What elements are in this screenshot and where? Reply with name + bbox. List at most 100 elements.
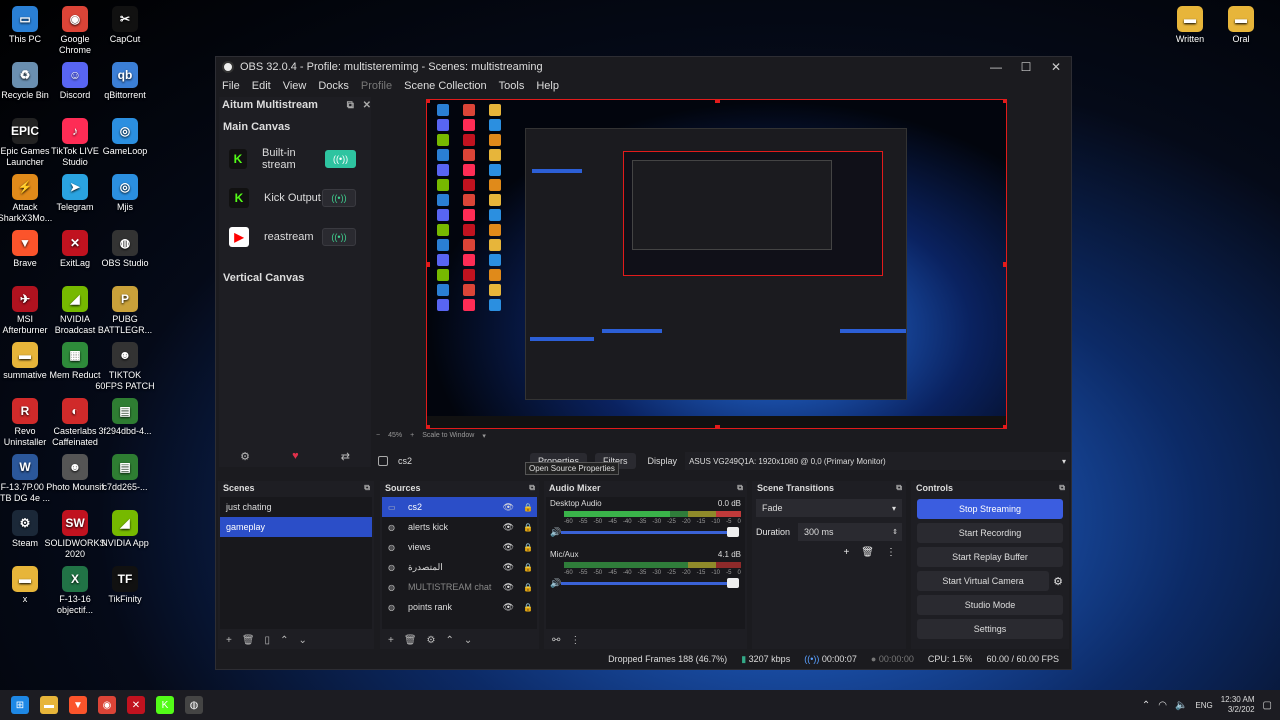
source-item[interactable]: ◍ المتصدرة 👁 🔒 <box>382 557 537 577</box>
menu-tools[interactable]: Tools <box>499 80 525 92</box>
audio-link-icon[interactable]: ⚯ <box>552 635 560 646</box>
visibility-eye-icon[interactable]: 👁 <box>503 562 514 573</box>
transform-handle[interactable] <box>427 425 430 428</box>
add-scene-icon[interactable]: + <box>226 635 232 646</box>
desktop-icon[interactable]: ◎ Mjis <box>94 174 156 213</box>
stop-streaming-button[interactable]: Stop Streaming <box>917 499 1063 519</box>
title-bar[interactable]: OBS 32.0.4 - Profile: multisteremimg - S… <box>216 57 1071 77</box>
desktop-icon[interactable]: ◍ OBS Studio <box>94 230 156 269</box>
start-recording-button[interactable]: Start Recording <box>917 523 1063 543</box>
display-select[interactable]: ASUS VG249Q1A: 1920x1080 @ 0,0 (Primary … <box>685 452 1070 470</box>
close-button[interactable]: ✕ <box>1041 60 1071 74</box>
output-stream-toggle[interactable]: ((•)) <box>325 149 356 168</box>
kick-icon[interactable]: K <box>156 696 174 714</box>
links-icon[interactable]: ⇄ <box>341 450 350 463</box>
desktop-icon[interactable]: ✂ CapCut <box>94 6 156 45</box>
transition-more-icon[interactable]: ⋮ <box>886 547 896 558</box>
menu-edit[interactable]: Edit <box>252 80 271 92</box>
desktop-icon[interactable]: qb qBittorrent <box>94 62 156 101</box>
minimize-button[interactable]: — <box>981 60 1011 74</box>
multistream-settings-icon[interactable]: ⚙ <box>240 450 250 463</box>
lock-icon[interactable]: 🔒 <box>523 563 533 572</box>
desktop-icon[interactable]: ◎ GameLoop <box>94 118 156 157</box>
desktop-icon[interactable]: TF TikFinity <box>94 566 156 605</box>
transform-handle[interactable] <box>1003 425 1006 428</box>
lock-icon[interactable]: 🔒 <box>523 603 533 612</box>
virtual-camera-settings-icon[interactable]: ⚙ <box>1053 575 1063 588</box>
windows-start-icon[interactable]: ⊞ <box>11 696 29 714</box>
language-indicator[interactable]: ENG <box>1195 701 1212 710</box>
source-item[interactable]: ◍ points rank 👁 🔒 <box>382 597 537 617</box>
source-item[interactable]: ▭ cs2 👁 🔒 <box>382 497 537 517</box>
transform-handle[interactable] <box>427 100 430 103</box>
speaker-icon[interactable]: 🔊 <box>550 578 561 589</box>
transform-handle[interactable] <box>1003 262 1006 267</box>
start-replay-buffer-button[interactable]: Start Replay Buffer <box>917 547 1063 567</box>
source-item[interactable]: ◍ alerts kick 👁 🔒 <box>382 517 537 537</box>
transform-handle[interactable] <box>715 425 720 428</box>
menu-profile[interactable]: Profile <box>361 80 392 92</box>
source-item[interactable]: ◍ views 👁 🔒 <box>382 537 537 557</box>
source-item[interactable]: ◍ MULTISTREAM chat 👁 🔒 <box>382 577 537 597</box>
desktop-icon[interactable]: P PUBG BATTLEGR... <box>94 286 156 336</box>
volume-knob[interactable] <box>727 578 740 588</box>
visibility-eye-icon[interactable]: 👁 <box>503 582 514 593</box>
zoom-out-icon[interactable]: − <box>376 432 380 440</box>
settings-button[interactable]: Settings <box>917 619 1063 639</box>
volume-track[interactable] <box>561 527 740 537</box>
lock-icon[interactable]: 🔒 <box>523 543 533 552</box>
stepper-icon[interactable]: ⇕ <box>892 528 898 536</box>
studio-mode-button[interactable]: Studio Mode <box>917 595 1063 615</box>
float-dock-icon[interactable]: ⧉ <box>347 100 354 111</box>
lock-icon[interactable]: 🔒 <box>523 523 533 532</box>
move-up-icon[interactable]: ⌃ <box>446 635 454 646</box>
desktop-icon[interactable]: ▬ Oral <box>1210 6 1272 45</box>
move-down-icon[interactable]: ⌄ <box>464 635 472 646</box>
clock[interactable]: 12:30 AM 3/2/202 <box>1221 695 1255 715</box>
transform-handle[interactable] <box>715 100 720 103</box>
scene-item[interactable]: just chating <box>220 497 372 517</box>
undock-icon[interactable]: ⧉ <box>1059 483 1065 493</box>
heart-icon[interactable]: ♥ <box>292 450 299 462</box>
menu-help[interactable]: Help <box>536 80 559 92</box>
output-stream-toggle[interactable]: ((•)) <box>322 227 356 246</box>
desktop-icon[interactable]: ☻ TIKTOK 60FPS PATCH <box>94 342 156 392</box>
lock-icon[interactable]: 🔒 <box>523 583 533 592</box>
wifi-icon[interactable]: ◠ <box>1158 700 1167 711</box>
move-down-icon[interactable]: ⌄ <box>298 635 306 646</box>
zoom-in-icon[interactable]: + <box>410 432 414 440</box>
visibility-eye-icon[interactable]: 👁 <box>503 522 514 533</box>
preview-canvas[interactable] <box>426 99 1007 429</box>
volume-icon[interactable]: 🔈 <box>1175 700 1187 711</box>
speaker-icon[interactable]: 🔊 <box>550 527 561 538</box>
transition-select[interactable]: Fade ▾ <box>756 499 902 517</box>
notification-icon[interactable]: ▢ <box>1263 700 1272 711</box>
add-transition-icon[interactable]: + <box>843 547 849 558</box>
menu-file[interactable]: File <box>222 80 240 92</box>
scene-filter-icon[interactable]: ▯ <box>265 635 271 646</box>
menu-docks[interactable]: Docks <box>318 80 349 92</box>
output-stream-toggle[interactable]: ((•)) <box>322 188 356 207</box>
undock-icon[interactable]: ⧉ <box>529 483 535 493</box>
volume-slider[interactable]: 🔊 <box>550 578 741 589</box>
menu-scene-collection[interactable]: Scene Collection <box>404 80 487 92</box>
tray-chevron-icon[interactable]: ⌃ <box>1142 700 1150 711</box>
remove-transition-icon[interactable]: 🗑 <box>861 547 874 558</box>
duration-input[interactable]: 300 ms ⇕ <box>798 523 902 541</box>
more-options-icon[interactable]: ⋮ <box>570 635 580 646</box>
volume-slider[interactable]: 🔊 <box>550 527 741 538</box>
file-explorer-icon[interactable]: ▬ <box>40 696 58 714</box>
scene-item[interactable]: gameplay <box>220 517 372 537</box>
desktop-icon[interactable]: ▤ c7dd265-... <box>94 454 156 493</box>
transform-handle[interactable] <box>1003 100 1006 103</box>
transform-handle[interactable] <box>427 262 430 267</box>
exitlag-icon[interactable]: ✕ <box>127 696 145 714</box>
desktop-icon[interactable]: ▤ 3f294dbd-4... <box>94 398 156 437</box>
volume-track[interactable] <box>561 578 740 588</box>
close-dock-icon[interactable]: ✕ <box>363 100 371 111</box>
source-settings-icon[interactable]: ⚙ <box>427 635 436 646</box>
menu-view[interactable]: View <box>283 80 307 92</box>
obs-studio-icon[interactable]: ◍ <box>185 696 203 714</box>
move-up-icon[interactable]: ⌃ <box>280 635 288 646</box>
scale-dropdown-icon[interactable]: ▾ <box>482 432 486 440</box>
